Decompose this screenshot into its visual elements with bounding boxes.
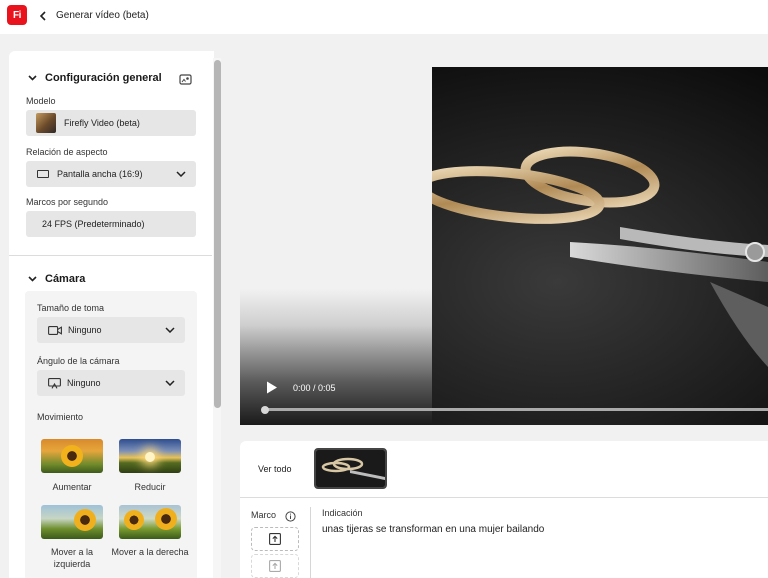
model-label: Modelo <box>26 96 56 106</box>
aspect-ratio-label: Relación de aspecto <box>26 147 108 157</box>
progress-bar[interactable] <box>262 408 768 411</box>
motion-label-move-right: Mover a la derecha <box>111 547 189 557</box>
motion-label: Movimiento <box>37 412 84 422</box>
upload-last-frame-button[interactable] <box>251 554 299 578</box>
model-selector[interactable]: Firefly Video (beta) <box>26 110 196 136</box>
camera-heading: Cámara <box>45 273 86 285</box>
chevron-down-icon <box>27 73 37 83</box>
chevron-down-icon <box>165 326 175 334</box>
info-icon[interactable] <box>285 509 296 522</box>
bottom-divider <box>240 497 768 498</box>
aspect-ratio-dropdown[interactable]: Pantalla ancha (16:9) <box>26 161 196 187</box>
section-divider <box>9 255 212 256</box>
shot-size-dropdown[interactable]: Ninguno <box>37 317 185 343</box>
motion-zoom-in-thumbnail[interactable] <box>41 439 103 473</box>
upload-first-frame-button[interactable] <box>251 527 299 551</box>
back-button[interactable] <box>36 8 50 24</box>
settings-reset-icon[interactable] <box>179 72 192 85</box>
fps-value: 24 FPS (Predeterminado) <box>42 219 145 229</box>
fps-label: Marcos por segundo <box>26 197 109 207</box>
motion-zoom-out-thumbnail[interactable] <box>119 439 181 473</box>
prompt-input[interactable]: unas tijeras se transforman en una mujer… <box>322 524 762 535</box>
video-fade-overlay <box>240 67 432 425</box>
prompt-label: Indicación <box>322 508 363 518</box>
play-icon[interactable] <box>266 381 278 394</box>
frame-prompt-divider <box>310 507 311 578</box>
chevron-down-icon <box>176 170 186 178</box>
camera-angle-dropdown[interactable]: Ninguno <box>37 370 185 396</box>
motion-move-right-thumbnail[interactable] <box>119 505 181 539</box>
chevron-down-icon <box>165 379 175 387</box>
scrollbar-thumb[interactable] <box>214 60 221 408</box>
camera-angle-label: Ángulo de la cámara <box>37 356 120 366</box>
widescreen-icon <box>37 170 49 178</box>
camera-angle-value: Ninguno <box>67 378 101 388</box>
generated-clip-thumbnail[interactable] <box>314 448 387 489</box>
aspect-ratio-value: Pantalla ancha (16:9) <box>57 169 143 179</box>
motion-label-move-left: Mover a la izquierda <box>50 547 94 569</box>
shot-size-label: Tamaño de toma <box>37 303 105 313</box>
upload-icon <box>269 533 281 545</box>
video-player[interactable] <box>240 67 768 425</box>
chevron-down-icon <box>27 274 37 284</box>
model-value: Firefly Video (beta) <box>64 118 140 128</box>
general-settings-toggle[interactable]: Configuración general <box>27 72 162 84</box>
video-camera-icon <box>48 325 62 335</box>
time-readout: 0:00 / 0:05 <box>293 383 336 393</box>
camera-section-toggle[interactable]: Cámara <box>27 273 85 285</box>
view-all-button[interactable]: Ver todo <box>258 464 292 474</box>
top-bar: Fi Generar vídeo (beta) <box>0 0 768 34</box>
page-title: Generar vídeo (beta) <box>56 10 149 21</box>
clip-scissors-thumbnail <box>316 450 385 487</box>
motion-label-zoom-out: Reducir <box>134 482 166 492</box>
motion-move-left-thumbnail[interactable] <box>41 505 103 539</box>
shot-size-value: Ninguno <box>68 325 102 335</box>
progress-knob[interactable] <box>261 406 269 414</box>
upload-icon <box>269 560 281 572</box>
model-thumbnail <box>36 113 56 133</box>
firefly-logo[interactable]: Fi <box>7 5 27 25</box>
camera-angle-icon <box>48 377 61 389</box>
motion-label-zoom-in: Aumentar <box>52 482 92 492</box>
fps-selector[interactable]: 24 FPS (Predeterminado) <box>26 211 196 237</box>
general-settings-heading: Configuración general <box>45 72 162 84</box>
frame-label: Marco <box>251 510 277 520</box>
chevron-left-icon <box>39 11 46 21</box>
